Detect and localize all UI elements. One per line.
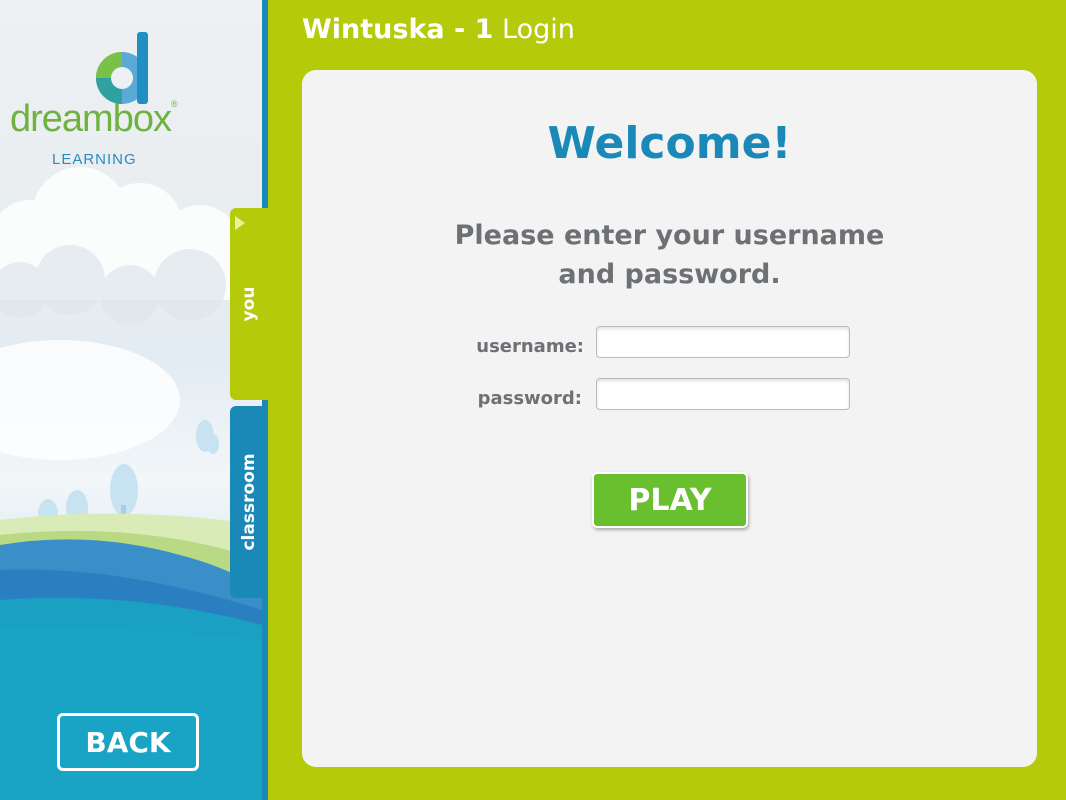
play-button[interactable]: PLAY (592, 472, 748, 528)
tab-classroom[interactable]: classroom (230, 406, 268, 598)
tab-you[interactable]: you (230, 208, 268, 400)
login-instructions: Please enter your username and password. (302, 216, 1037, 294)
back-button[interactable]: BACK (57, 713, 199, 771)
logo-registered-mark: ® (170, 99, 178, 109)
instruction-line-1: Please enter your username (454, 220, 885, 251)
username-label: username: (476, 336, 584, 357)
password-label: password: (477, 388, 582, 409)
sidebar: dreambox® LEARNING BACK (0, 0, 262, 800)
logo-tagline: LEARNING (52, 151, 137, 168)
instruction-line-2: and password. (558, 259, 781, 290)
logo-name: dreambox (10, 98, 172, 140)
tab-you-label: you (239, 286, 259, 322)
dreambox-d-icon (96, 32, 148, 104)
page-name: Login (502, 14, 575, 45)
page-title: Wintuska - 1 Login (302, 14, 575, 45)
login-panel: Welcome! Please enter your username and … (302, 70, 1037, 767)
username-field[interactable] (596, 326, 850, 358)
sidebar-divider (262, 0, 268, 800)
tab-active-arrow-icon (235, 216, 245, 230)
tab-classroom-label: classroom (239, 453, 259, 551)
logo-wordmark: dreambox® (10, 98, 210, 140)
app-name: Wintuska - 1 (302, 14, 494, 45)
password-field[interactable] (596, 378, 850, 410)
welcome-heading: Welcome! (547, 118, 792, 169)
